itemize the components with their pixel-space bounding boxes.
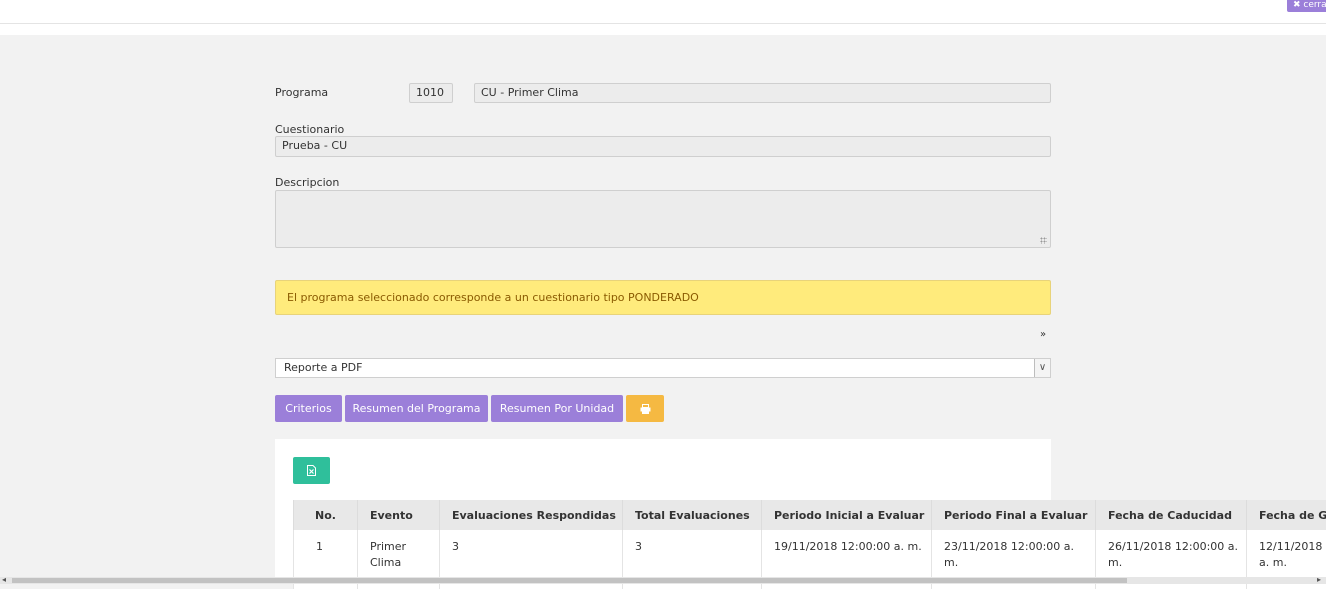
double-chevron-down-icon[interactable]: » xyxy=(1040,330,1046,340)
table-header-row: No. Evento Evaluaciones Respondidas Tota… xyxy=(294,500,1326,530)
cuestionario-field: Prueba - CU xyxy=(275,136,1051,157)
horizontal-scrollbar[interactable]: ◂ ▸ xyxy=(0,577,1326,584)
resumen-unidad-button[interactable]: Resumen Por Unidad xyxy=(491,395,623,422)
ponderado-alert: El programa seleccionado corresponde a u… xyxy=(275,280,1051,315)
print-button[interactable] xyxy=(626,395,664,422)
column-header[interactable]: Total Evaluaciones xyxy=(623,500,762,530)
export-excel-button[interactable] xyxy=(293,457,330,484)
close-button[interactable]: ✖ cerrar xyxy=(1287,0,1326,12)
top-bar: ✖ cerrar xyxy=(0,0,1326,35)
criterios-button[interactable]: Criterios xyxy=(275,395,342,422)
resize-handle-icon[interactable] xyxy=(1040,237,1047,244)
column-header[interactable]: Evento xyxy=(358,500,440,530)
descripcion-textarea[interactable] xyxy=(275,190,1051,248)
top-bar-divider xyxy=(0,23,1326,24)
column-header[interactable]: Periodo Inicial a Evaluar xyxy=(762,500,932,530)
column-header[interactable]: Evaluaciones Respondidas xyxy=(440,500,623,530)
report-type-selected: Reporte a PDF xyxy=(284,361,362,374)
report-type-select[interactable]: Reporte a PDF ∨ xyxy=(275,358,1051,378)
descripcion-label: Descripcion xyxy=(275,176,339,189)
excel-icon xyxy=(307,465,316,476)
resumen-programa-button[interactable]: Resumen del Programa xyxy=(345,395,488,422)
programa-name-field: CU - Primer Clima xyxy=(474,83,1051,103)
column-header[interactable]: No. xyxy=(294,500,358,530)
chevron-down-icon[interactable]: ∨ xyxy=(1034,359,1050,377)
column-header[interactable]: Fecha de G xyxy=(1247,500,1326,530)
column-header[interactable]: Fecha de Caducidad xyxy=(1096,500,1247,530)
column-header[interactable]: Periodo Final a Evaluar xyxy=(932,500,1096,530)
programa-label: Programa xyxy=(275,86,328,99)
print-icon xyxy=(640,404,651,414)
programa-code-field: 1010 xyxy=(409,83,453,103)
cuestionario-label: Cuestionario xyxy=(275,123,344,136)
scrollbar-thumb[interactable] xyxy=(12,578,1127,583)
events-table: No. Evento Evaluaciones Respondidas Tota… xyxy=(293,500,1326,589)
